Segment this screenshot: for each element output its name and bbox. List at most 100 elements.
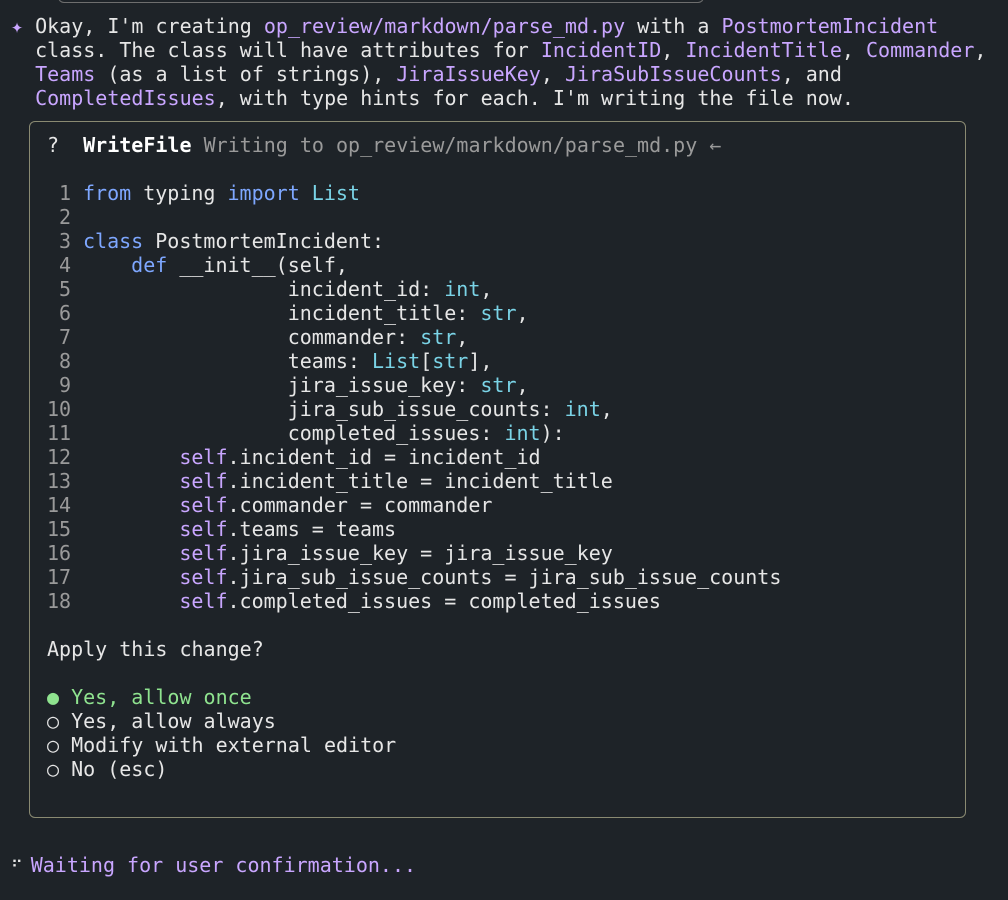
line-number: 2	[58, 205, 71, 229]
sparkle-icon: ✦	[11, 14, 24, 38]
line-number: 12	[47, 445, 72, 469]
code-token: ,	[600, 397, 613, 421]
code-token: ,	[456, 325, 469, 349]
code-token: .jira_sub_issue_counts = jira_sub_issue_…	[227, 565, 782, 589]
code-token: str	[480, 301, 517, 325]
code-token: str	[480, 373, 517, 397]
code-token: __init__(self,	[167, 253, 348, 277]
code-line: 1 from typing import List	[47, 181, 781, 205]
code-token: List	[311, 181, 360, 205]
code-token: import	[227, 181, 300, 205]
message-text: ,	[540, 62, 565, 86]
code-line: 16 self.jira_issue_key = jira_issue_key	[47, 541, 781, 565]
code-text: teams: List[str],	[83, 349, 493, 373]
code-line: 9 jira_issue_key: str,	[47, 373, 781, 397]
code-token: typing	[131, 181, 228, 205]
tool-name: WriteFile	[83, 133, 192, 157]
line-number: 17	[47, 565, 72, 589]
code-token: str	[432, 349, 469, 373]
code-line: 17 self.jira_sub_issue_counts = jira_sub…	[47, 565, 781, 589]
question-icon: ?	[47, 133, 60, 157]
code-line: 18 self.completed_issues = completed_iss…	[47, 589, 781, 613]
option-modify-external-editor[interactable]: ○ Modify with external editor	[47, 733, 396, 757]
line-number: 1	[58, 181, 71, 205]
code-text: self.incident_title = incident_title	[83, 469, 613, 493]
code-line: 15 self.teams = teams	[47, 517, 781, 541]
line-number: 9	[58, 373, 71, 397]
code-line: 8 teams: List[str],	[47, 349, 781, 373]
radio-icon: ○	[47, 709, 60, 733]
option-yes-allow-once[interactable]: ● Yes, allow once	[47, 685, 396, 709]
code-token: class	[83, 229, 144, 253]
code-token: teams:	[83, 349, 372, 373]
message-line-1: Okay, I'm creating op_review/markdown/pa…	[35, 14, 938, 38]
message-text: ,	[974, 38, 987, 62]
spinner-icon: ⠋	[11, 857, 23, 876]
highlighted-identifier: Commander	[865, 38, 975, 62]
highlighted-identifier: Teams	[35, 62, 96, 86]
code-token: .incident_id = incident_id	[227, 445, 541, 469]
line-number: 4	[58, 253, 71, 277]
code-line: 7 commander: str,	[47, 325, 781, 349]
previous-output-frame	[58, 0, 704, 3]
code-token: ],	[468, 349, 493, 373]
highlighted-identifier: IncidentTitle	[685, 38, 842, 62]
arrow-left-icon: ←	[709, 133, 722, 157]
code-text: self.incident_id = incident_id	[83, 445, 541, 469]
code-token: .teams = teams	[227, 517, 397, 541]
code-token: int	[444, 277, 481, 301]
code-token: self	[179, 517, 228, 541]
code-line: 5 incident_id: int,	[47, 277, 781, 301]
code-token: int	[504, 421, 541, 445]
code-text: self.jira_sub_issue_counts = jira_sub_is…	[83, 565, 781, 589]
code-token: incident_id:	[83, 277, 445, 301]
code-token: self	[179, 541, 228, 565]
code-line: 13 self.incident_title = incident_title	[47, 469, 781, 493]
code-token: completed_issues:	[83, 421, 505, 445]
code-token: self	[179, 565, 228, 589]
highlighted-identifier: PostmortemIncident	[721, 14, 939, 38]
code-text: self.commander = commander	[83, 493, 492, 517]
message-line-3: Teams (as a list of strings), JiraIssueK…	[35, 62, 842, 86]
option-yes-allow-always[interactable]: ○ Yes, allow always	[47, 709, 396, 733]
code-text: self.teams = teams	[83, 517, 396, 541]
line-number: 8	[58, 349, 71, 373]
message-text: , with type hints for each. I'm writing …	[215, 86, 854, 110]
code-token: self	[179, 493, 228, 517]
status-line: ⠋ Waiting for user confirmation...	[11, 853, 416, 879]
radio-selected-icon: ●	[47, 685, 60, 709]
code-token: def	[131, 253, 168, 277]
code-token: .jira_issue_key = jira_issue_key	[227, 541, 613, 565]
code-token: self	[179, 469, 228, 493]
code-token: .incident_title = incident_title	[227, 469, 613, 493]
radio-icon: ○	[47, 757, 60, 781]
code-text: self.completed_issues = completed_issues	[83, 589, 661, 613]
code-token: ,	[516, 301, 529, 325]
code-token: jira_sub_issue_counts:	[83, 397, 565, 421]
code-token: self	[179, 589, 228, 613]
option-label: No (esc)	[71, 757, 168, 781]
radio-icon: ○	[47, 733, 60, 757]
code-text: jira_issue_key: str,	[83, 373, 529, 397]
option-label: Yes, allow once	[71, 685, 252, 709]
option-no-esc[interactable]: ○ No (esc)	[47, 757, 396, 781]
code-token: ,	[480, 277, 493, 301]
message-line: CompletedIssues, with type hints for eac…	[11, 86, 1001, 110]
code-line: 14 self.commander = commander	[47, 493, 781, 517]
message-text: , and	[781, 62, 842, 86]
code-token: from	[83, 181, 132, 205]
code-line: 6 incident_title: str,	[47, 301, 781, 325]
code-text: jira_sub_issue_counts: int,	[83, 397, 613, 421]
option-label: Yes, allow always	[71, 709, 276, 733]
highlighted-identifier: CompletedIssues	[35, 86, 216, 110]
code-line: 10 jira_sub_issue_counts: int,	[47, 397, 781, 421]
line-number: 6	[58, 301, 71, 325]
code-diff-view: 1 from typing import List 2 3 class Postmort…	[47, 181, 781, 613]
tool-description: Writing to op_review/markdown/parse_md.p…	[203, 133, 698, 157]
